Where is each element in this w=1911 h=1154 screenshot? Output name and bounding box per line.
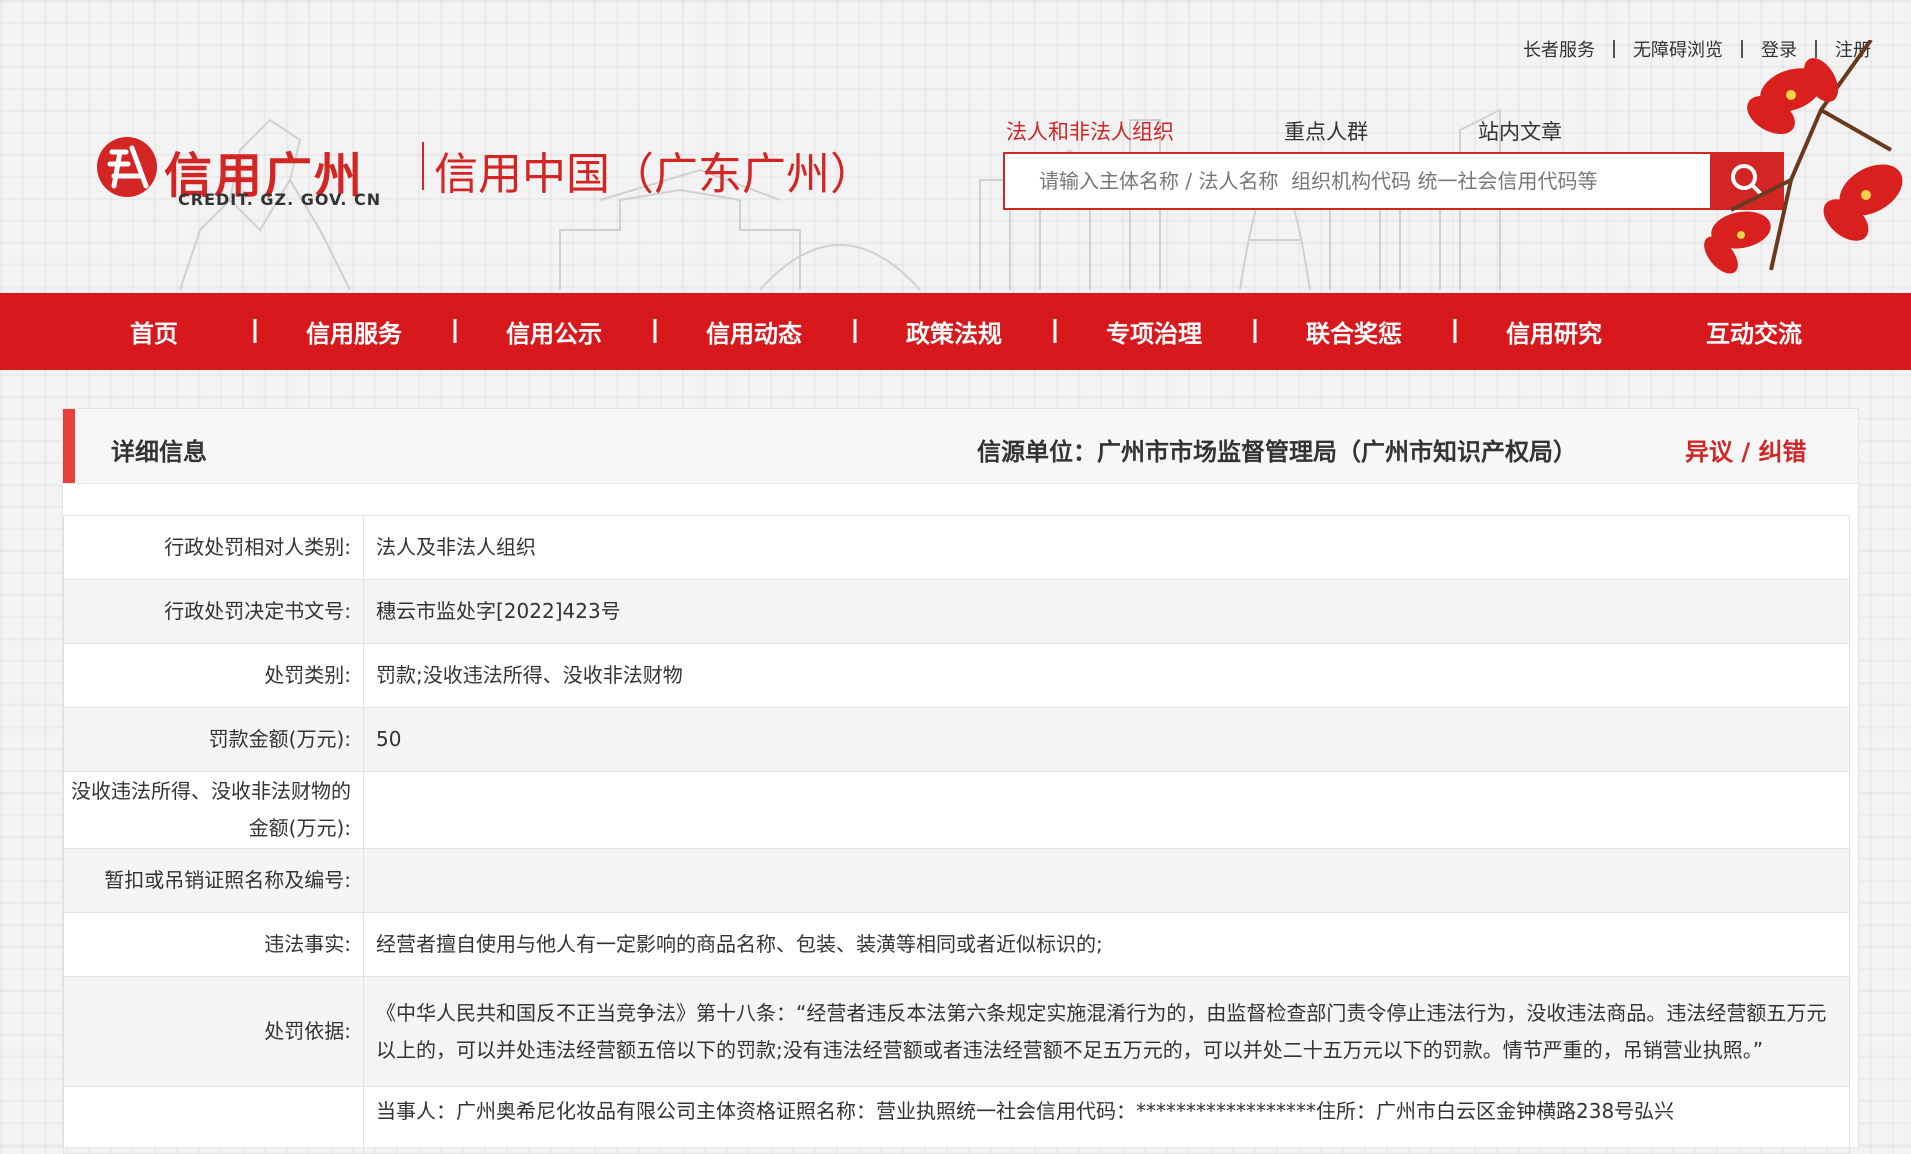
dispute-correction-link[interactable]: 异议 / 纠错 <box>1685 432 1806 467</box>
row-value <box>363 848 1850 913</box>
divider <box>1613 40 1615 58</box>
site-logo[interactable]: 信用广州 CREDIT. GZ. GOV. CN 信用中国（广东广州） <box>92 128 912 218</box>
table-row: 行政处罚决定书文号: 穗云市监处字[2022]423号 <box>63 579 1850 644</box>
row-value: 穗云市监处字[2022]423号 <box>363 579 1850 644</box>
row-value: 法人及非法人组织 <box>363 515 1850 580</box>
search-tab-key-groups[interactable]: 重点人群 <box>1284 116 1368 146</box>
nav-credit-disclosure[interactable]: 信用公示 <box>454 314 654 349</box>
main-nav: 首页 信用服务 信用公示 信用动态 政策法规 专项治理 联合奖惩 信用研究 互动… <box>0 293 1911 370</box>
row-label: 没收违法所得、没收非法财物的金额(万元): <box>63 771 364 849</box>
row-label: 处罚类别: <box>63 643 364 708</box>
row-label: 行政处罚相对人类别: <box>63 515 364 580</box>
search-tab-organization[interactable]: 法人和非法人组织 <box>1006 116 1174 146</box>
info-source: 信源单位：广州市市场监督管理局（广州市知识产权局） <box>977 438 1577 466</box>
row-value: 《中华人民共和国反不正当竞争法》第十八条：“经营者违反本法第六条规定实施混淆行为… <box>363 976 1850 1087</box>
row-label: 处罚依据: <box>63 976 364 1087</box>
row-value: 经营者擅自使用与他人有一定影响的商品名称、包装、装潢等相同或者近似标识的; <box>363 912 1850 977</box>
nav-special-governance[interactable]: 专项治理 <box>1054 314 1254 349</box>
site-header: 长者服务 无障碍浏览 登录 注册 信用广州 CREDIT. GZ. GOV. C… <box>0 0 1911 293</box>
row-label: 行政处罚决定书文号: <box>63 579 364 644</box>
row-value: 50 <box>363 707 1850 772</box>
credit-logo-icon <box>97 137 157 197</box>
search-box <box>1003 152 1784 210</box>
nav-policies[interactable]: 政策法规 <box>854 314 1054 349</box>
row-value: 当事人：广州奥希尼化妆品有限公司主体资格证照名称：营业执照统一社会信用代码：**… <box>363 1086 1850 1154</box>
panel-header: 详细信息 信源单位：广州市市场监督管理局（广州市知识产权局） 异议 / 纠错 <box>63 409 1858 484</box>
row-value <box>363 771 1850 849</box>
kapok-flower-decoration <box>1704 40 1903 274</box>
logo-domain: CREDIT. GZ. GOV. CN <box>178 190 382 209</box>
row-label: 违法事实: <box>63 912 364 977</box>
panel-title: 详细信息 <box>111 438 207 466</box>
detail-panel: 详细信息 信源单位：广州市市场监督管理局（广州市知识产权局） 异议 / 纠错 行… <box>62 408 1859 1154</box>
elderly-service-link[interactable]: 长者服务 <box>1523 36 1595 62</box>
detail-table: 行政处罚相对人类别: 法人及非法人组织 行政处罚决定书文号: 穗云市监处字[20… <box>63 515 1850 1154</box>
nav-joint-rewards-punishments[interactable]: 联合奖惩 <box>1254 314 1454 349</box>
search-tab-articles[interactable]: 站内文章 <box>1478 116 1562 146</box>
table-row: 没收违法所得、没收非法财物的金额(万元): <box>63 771 1850 849</box>
row-label <box>63 1086 364 1154</box>
search-input[interactable] <box>1005 154 1710 208</box>
table-row: 罚款金额(万元): 50 <box>63 707 1850 772</box>
table-row: 当事人：广州奥希尼化妆品有限公司主体资格证照名称：营业执照统一社会信用代码：**… <box>63 1086 1850 1154</box>
search-tabs: 法人和非法人组织 重点人群 站内文章 <box>1006 116 1562 146</box>
nav-credit-service[interactable]: 信用服务 <box>254 314 454 349</box>
header-accent-bar <box>63 409 75 483</box>
table-row: 暂扣或吊销证照名称及编号: <box>63 848 1850 913</box>
table-row: 行政处罚相对人类别: 法人及非法人组织 <box>63 515 1850 580</box>
row-value: 罚款;没收违法所得、没收非法财物 <box>363 643 1850 708</box>
logo-slogan: 信用中国（广东广州） <box>434 149 874 200</box>
table-row: 违法事实: 经营者擅自使用与他人有一定影响的商品名称、包装、装潢等相同或者近似标… <box>63 912 1850 977</box>
nav-interaction[interactable]: 互动交流 <box>1654 314 1854 349</box>
row-label: 罚款金额(万元): <box>63 707 364 772</box>
table-row: 处罚依据: 《中华人民共和国反不正当竞争法》第十八条：“经营者违反本法第六条规定… <box>63 976 1850 1087</box>
nav-credit-news[interactable]: 信用动态 <box>654 314 854 349</box>
logo-divider <box>422 142 424 190</box>
table-row: 处罚类别: 罚款;没收违法所得、没收非法财物 <box>63 643 1850 708</box>
nav-credit-research[interactable]: 信用研究 <box>1454 314 1654 349</box>
nav-home[interactable]: 首页 <box>54 314 254 349</box>
row-label: 暂扣或吊销证照名称及编号: <box>63 848 364 913</box>
